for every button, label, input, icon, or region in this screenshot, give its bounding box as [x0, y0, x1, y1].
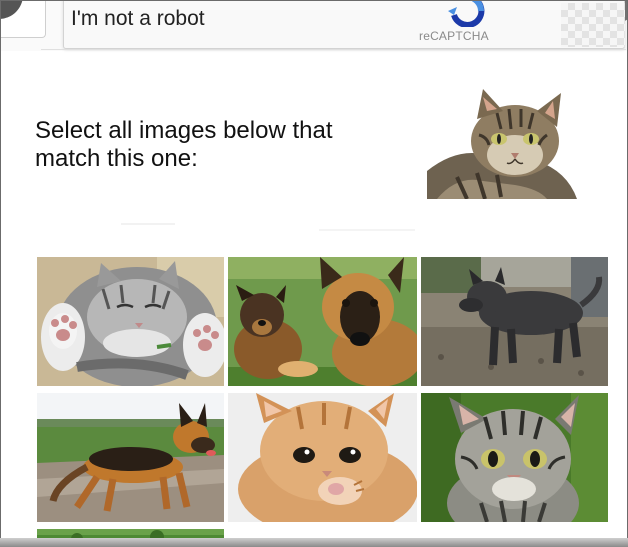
recaptcha-logo-icon — [448, 1, 485, 27]
kitten-sleeping-image — [37, 257, 224, 386]
german-shepherd-with-puppy-image — [228, 257, 417, 386]
black-dog-image — [421, 257, 608, 386]
challenge-instruction: Select all images below that match this … — [35, 117, 333, 172]
image-tile[interactable] — [37, 393, 224, 522]
divider — [319, 229, 415, 231]
orange-kitten-image — [228, 393, 417, 522]
captcha-frame: I'm not a robot reCAPTCHA Select all ima… — [0, 0, 628, 547]
image-tile[interactable] — [37, 257, 224, 386]
divider — [41, 49, 626, 50]
recaptcha-brand: reCAPTCHA — [419, 29, 489, 43]
german-shepherd-standing-image — [37, 393, 224, 522]
image-tile[interactable] — [228, 393, 417, 522]
recaptcha-header: I'm not a robot reCAPTCHA — [1, 1, 627, 51]
image-tile[interactable] — [421, 393, 608, 522]
divider — [121, 223, 175, 225]
not-robot-label[interactable]: I'm not a robot — [71, 7, 205, 31]
image-tile[interactable] — [421, 257, 608, 386]
sample-cat-image — [427, 89, 577, 199]
bottom-shadow — [0, 538, 628, 547]
tabby-kitten-image — [421, 393, 608, 522]
transparency-pattern — [561, 3, 625, 47]
image-tile[interactable] — [228, 257, 417, 386]
